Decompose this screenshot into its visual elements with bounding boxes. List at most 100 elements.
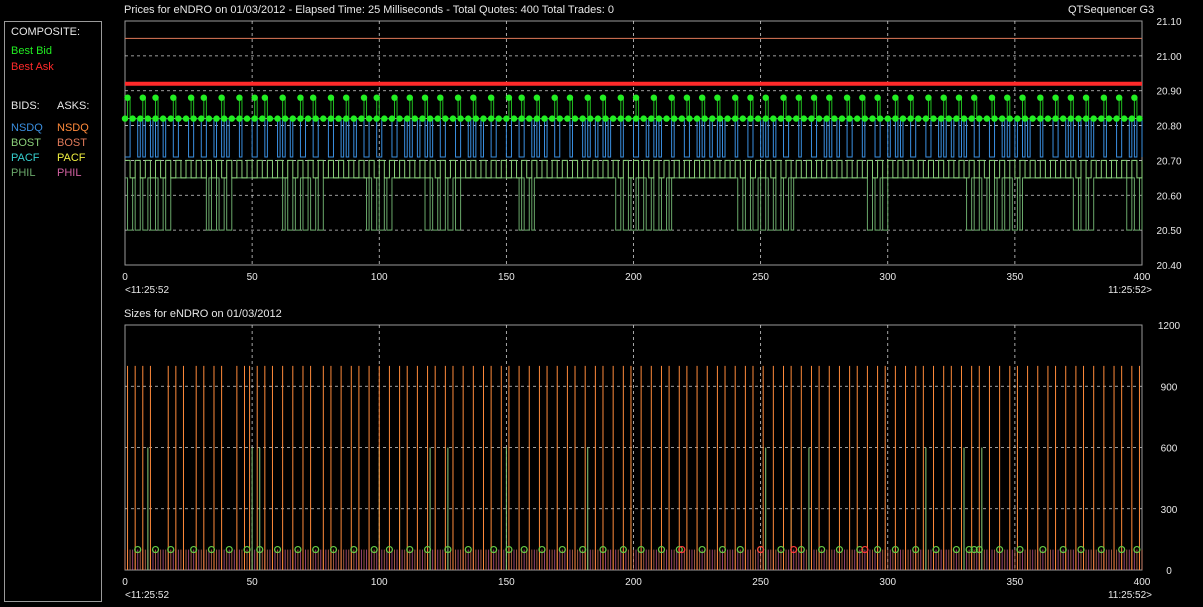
best-bid-marker — [571, 115, 579, 122]
best-bid-marker — [213, 115, 220, 122]
sizes-x-tick-label: 250 — [752, 577, 769, 588]
best-bid-marker — [437, 94, 444, 101]
best-bid-marker — [874, 94, 881, 101]
best-bid-marker — [668, 94, 675, 101]
best-bid-marker — [1100, 94, 1108, 101]
sizes-x-tick-label: 0 — [122, 577, 128, 588]
best-bid-marker — [808, 115, 815, 122]
best-bid-marker — [279, 94, 286, 101]
best-bid-marker — [465, 115, 472, 122]
best-bid-marker — [419, 115, 426, 122]
best-bid-marker — [373, 115, 380, 122]
best-bid-marker — [551, 94, 558, 101]
prices-y-tick-label: 20.50 — [1156, 226, 1181, 237]
best-bid-marker — [831, 115, 838, 122]
best-bid-marker — [304, 115, 312, 122]
best-bid-marker — [655, 115, 663, 122]
sizes-x-tick-label: 150 — [498, 577, 515, 588]
sizes-x-tick-label: 350 — [1007, 577, 1024, 588]
best-bid-marker — [869, 115, 876, 122]
best-bid-marker — [510, 115, 518, 122]
best-bid-marker — [632, 115, 640, 122]
best-bid-marker — [640, 115, 647, 122]
best-bid-marker — [137, 115, 144, 122]
best-bid-marker — [129, 115, 136, 122]
best-bid-marker — [599, 94, 607, 101]
best-bid-marker — [747, 94, 754, 101]
best-bid-marker — [187, 94, 195, 101]
best-bid-marker — [404, 115, 411, 122]
best-bid-marker — [587, 115, 594, 122]
best-bid-marker — [228, 115, 235, 122]
best-bid-marker — [859, 94, 866, 101]
best-bid-marker — [1059, 115, 1067, 122]
best-bid-marker — [205, 115, 213, 122]
sizes-y-tick-label: 0 — [1166, 566, 1172, 577]
best-bid-marker — [683, 94, 691, 101]
sizes-x-tick-label: 400 — [1134, 577, 1151, 588]
best-bid-marker — [1113, 115, 1120, 122]
best-bid-marker — [289, 115, 297, 122]
best-bid-marker — [548, 115, 556, 122]
best-bid-marker — [470, 94, 477, 101]
best-bid-marker — [251, 115, 258, 122]
best-bid-marker — [1019, 94, 1026, 101]
best-bid-marker — [953, 115, 960, 122]
best-bid-marker — [1128, 115, 1136, 122]
best-bid-marker — [785, 115, 792, 122]
best-bid-marker — [541, 115, 548, 122]
best-bid-marker — [762, 115, 769, 122]
best-bid-marker — [625, 115, 632, 122]
best-bid-marker — [907, 115, 914, 122]
best-bid-marker — [800, 115, 808, 122]
best-bid-marker — [1029, 115, 1036, 122]
best-bid-marker — [770, 115, 777, 122]
best-bid-marker — [526, 115, 533, 122]
best-bid-marker — [274, 115, 281, 122]
best-bid-marker — [259, 115, 266, 122]
best-bid-marker — [327, 94, 335, 101]
best-bid-marker — [579, 115, 586, 122]
best-bid-marker — [124, 94, 131, 101]
best-bid-marker — [391, 94, 398, 101]
best-bid-marker — [152, 94, 159, 101]
best-bid-marker — [1067, 94, 1075, 101]
best-bid-marker — [838, 115, 846, 122]
best-bid-marker — [762, 94, 769, 101]
prices-x-end-label: 11:25:52> — [1108, 285, 1152, 296]
prices-y-tick-label: 21.00 — [1156, 52, 1181, 63]
best-bid-marker — [892, 94, 899, 101]
best-bid-marker — [907, 94, 914, 101]
best-bid-marker — [533, 115, 541, 122]
best-bid-marker — [1090, 115, 1097, 122]
best-bid-marker — [266, 115, 274, 122]
best-bid-marker — [732, 115, 739, 122]
best-bid-marker — [1082, 94, 1090, 101]
prices-x-tick-label: 150 — [498, 272, 515, 283]
best-bid-marker — [243, 115, 251, 122]
best-bid-marker — [487, 94, 495, 101]
best-bid-marker — [388, 115, 396, 122]
best-bid-marker — [261, 94, 269, 101]
best-bid-marker — [698, 94, 706, 101]
best-bid-marker — [843, 94, 851, 101]
best-bid-marker — [747, 115, 754, 122]
best-bid-marker — [795, 94, 802, 101]
best-bid-marker — [686, 115, 693, 122]
best-bid-marker — [1037, 115, 1044, 122]
best-bid-marker — [327, 115, 335, 122]
prices-x-tick-label: 250 — [752, 272, 769, 283]
best-bid-marker — [648, 115, 655, 122]
best-bid-marker — [1037, 94, 1044, 101]
best-bid-marker — [826, 94, 833, 101]
best-bid-marker — [360, 94, 368, 101]
best-bid-marker — [358, 115, 365, 122]
best-bid-marker — [960, 115, 968, 122]
best-bid-marker — [1052, 94, 1059, 101]
best-bid-marker — [566, 94, 574, 101]
prices-chart: 0 50 100 150 200 250 300 350 400 21.10 21.00 20.90 2… — [121, 17, 1182, 296]
best-bid-marker — [159, 115, 167, 122]
prices-x-tick-label: 200 — [625, 272, 642, 283]
best-bid-marker — [182, 115, 190, 122]
best-bid-marker — [1082, 115, 1090, 122]
